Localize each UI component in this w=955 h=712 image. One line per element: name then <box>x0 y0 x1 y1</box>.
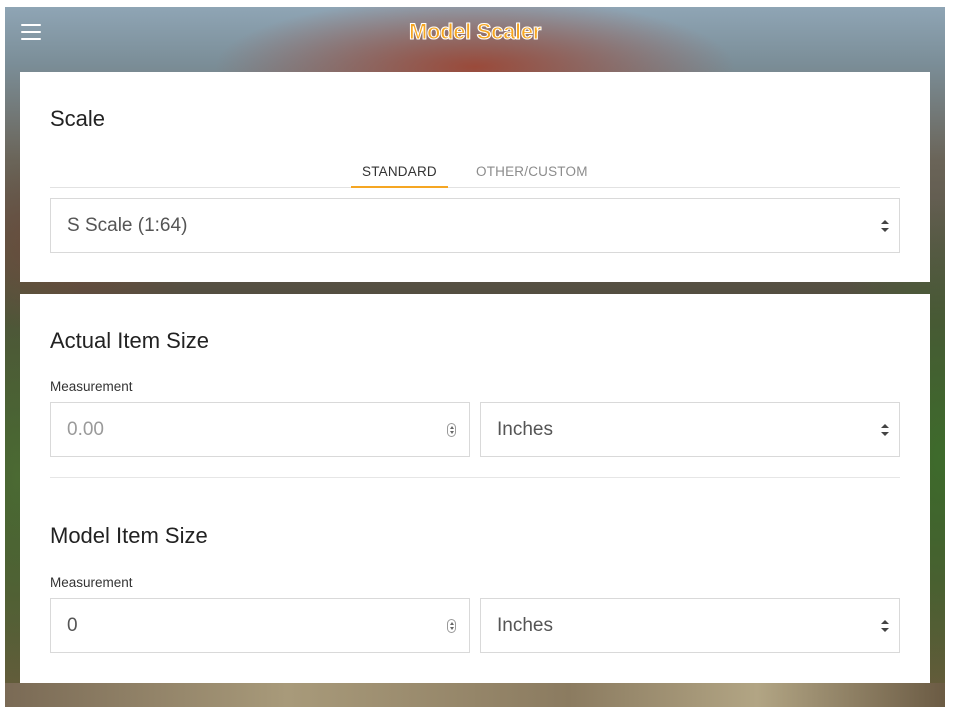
tab-other-custom[interactable]: OTHER/CUSTOM <box>465 164 599 188</box>
select-arrows-icon <box>881 423 889 436</box>
scale-tabs: STANDARD OTHER/CUSTOM <box>50 157 900 188</box>
app-bar: Model Scaler <box>5 7 945 63</box>
section-divider <box>50 477 900 478</box>
background-ground-strip <box>5 683 945 707</box>
sizes-card: Actual Item Size Measurement 0.00 Inches… <box>20 294 930 683</box>
model-unit-value: Inches <box>497 614 553 636</box>
scale-select-value: S Scale (1:64) <box>67 214 188 236</box>
actual-measurement-label: Measurement <box>50 379 133 394</box>
actual-unit-select[interactable]: Inches <box>480 402 900 457</box>
model-measurement-value: 0 <box>67 614 78 636</box>
actual-unit-value: Inches <box>497 418 553 440</box>
select-arrows-icon <box>881 619 889 632</box>
tab-standard[interactable]: STANDARD <box>351 164 448 188</box>
number-spinner-icon[interactable] <box>447 618 456 633</box>
model-item-size-title: Model Item Size <box>50 523 208 548</box>
actual-item-size-title: Actual Item Size <box>50 328 209 353</box>
actual-measurement-input[interactable]: 0.00 <box>50 402 470 457</box>
model-measurement-input[interactable]: 0 <box>50 598 470 653</box>
number-spinner-icon[interactable] <box>447 422 456 437</box>
actual-measurement-placeholder: 0.00 <box>67 418 104 440</box>
model-unit-select[interactable]: Inches <box>480 598 900 653</box>
scale-select[interactable]: S Scale (1:64) <box>50 198 900 253</box>
select-arrows-icon <box>881 219 889 232</box>
scale-title: Scale <box>50 106 106 131</box>
app-title: Model Scaler <box>408 19 542 45</box>
model-measurement-label: Measurement <box>50 575 133 590</box>
scale-card: Scale STANDARD OTHER/CUSTOM S Scale (1:6… <box>20 72 930 282</box>
